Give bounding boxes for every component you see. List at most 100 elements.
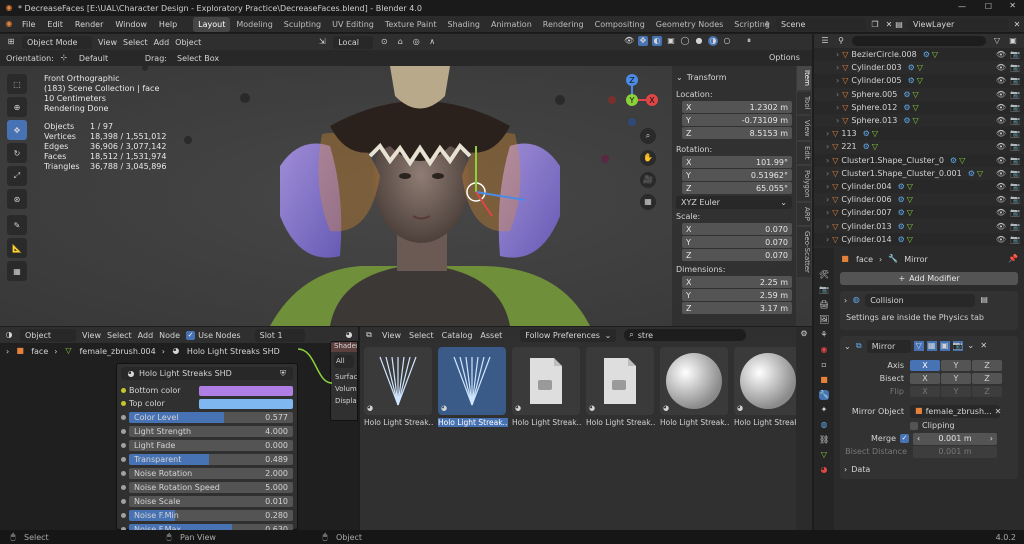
- output-target-dropdown[interactable]: All: [334, 355, 354, 368]
- bisect-distance-field[interactable]: 0.001 m: [913, 445, 997, 458]
- scene-icon[interactable]: ⚘: [762, 20, 772, 30]
- transform-panel-header[interactable]: ⌄ Transform: [676, 70, 792, 84]
- visibility-eye-icon[interactable]: 👁: [996, 235, 1006, 244]
- menu-object[interactable]: Object: [175, 38, 201, 47]
- view-layer-icon[interactable]: ▤: [894, 20, 904, 30]
- pin-icon[interactable]: 📌: [1008, 254, 1018, 264]
- asset-thumbnail[interactable]: ◕: [660, 347, 728, 415]
- slot-dropdown[interactable]: Slot 1: [254, 328, 305, 342]
- asset-settings-icon[interactable]: ⚙: [799, 329, 809, 339]
- modifier-tab-icon[interactable]: 🔧: [819, 390, 829, 400]
- node-material-field[interactable]: ◕ Holo Light Streaks SHD ⛨: [121, 367, 293, 380]
- tab-shading[interactable]: Shading: [442, 17, 485, 32]
- render-camera-icon[interactable]: 📷: [1010, 76, 1020, 85]
- expand-arrow-icon[interactable]: ›: [836, 63, 839, 72]
- render-camera-icon[interactable]: 📷: [1010, 103, 1020, 112]
- rotation-z-field[interactable]: Z 65.055°: [682, 182, 792, 194]
- expand-arrow-icon[interactable]: ›: [826, 129, 829, 138]
- tab-geo-scatter[interactable]: Geo-Scatter: [797, 227, 811, 278]
- cursor-tool-icon[interactable]: ⊕: [7, 97, 27, 117]
- tab-rendering[interactable]: Rendering: [538, 17, 589, 32]
- snap-icon[interactable]: ⌂: [395, 37, 405, 47]
- visibility-icon[interactable]: 👁: [624, 36, 634, 46]
- scale-tool-icon[interactable]: ⤢: [7, 166, 27, 186]
- xray-icon[interactable]: ▣: [666, 36, 676, 46]
- visibility-eye-icon[interactable]: 👁: [996, 63, 1006, 72]
- proportional-edit-icon[interactable]: ◎: [411, 37, 421, 47]
- scale-y-field[interactable]: Y 0.070: [682, 236, 792, 248]
- outliner-row[interactable]: › ▽ Sphere.005 ⚙ ▽ 👁 📷: [814, 87, 1024, 101]
- tab-texture-paint[interactable]: Texture Paint: [380, 17, 442, 32]
- expand-arrow-icon[interactable]: ›: [836, 103, 839, 112]
- outliner-row[interactable]: › ▽ Cylinder.014 ⚙ ▽ 👁 📷: [814, 233, 1024, 246]
- asset-menu-asset[interactable]: Asset: [480, 331, 502, 340]
- edit-mode-icon[interactable]: ▽: [913, 341, 924, 351]
- world-tab-icon[interactable]: ◉: [819, 345, 829, 355]
- visibility-eye-icon[interactable]: 👁: [996, 116, 1006, 125]
- blender-menu-icon[interactable]: ◉: [4, 19, 14, 29]
- render-camera-icon[interactable]: 📷: [1010, 129, 1020, 138]
- expand-arrow-icon[interactable]: ›: [836, 76, 839, 85]
- wireframe-shading-icon[interactable]: ◯: [680, 36, 690, 46]
- collection-tab-icon[interactable]: ▫: [819, 360, 829, 370]
- asset-item[interactable]: ◕ Holo Light Streak...: [660, 347, 730, 427]
- asset-item[interactable]: ◕ Holo Light Streak...: [586, 347, 656, 427]
- tab-tool[interactable]: Tool: [797, 91, 811, 114]
- close-view-layer-icon[interactable]: ✕: [1012, 20, 1022, 30]
- render-camera-icon[interactable]: 📷: [1010, 169, 1020, 178]
- color-socket[interactable]: [121, 401, 126, 406]
- expand-arrow-icon[interactable]: ›: [826, 195, 829, 204]
- asset-thumbnail[interactable]: ◕: [364, 347, 432, 415]
- visibility-eye-icon[interactable]: 👁: [996, 182, 1006, 191]
- value-slider[interactable]: Noise Scale 0.010: [129, 495, 293, 507]
- maximize-icon[interactable]: ☐: [985, 2, 992, 11]
- visibility-eye-icon[interactable]: 👁: [996, 90, 1006, 99]
- expand-icon[interactable]: ⌄: [844, 342, 851, 351]
- add-modifier-button[interactable]: + Add Modifier: [840, 272, 1018, 285]
- outliner-row[interactable]: › ▽ Sphere.013 ⚙ ▽ 👁 📷: [814, 113, 1024, 128]
- bisect-y-toggle[interactable]: Y: [941, 373, 971, 384]
- location-y-field[interactable]: Y -0.73109 m: [682, 114, 792, 126]
- outliner-row[interactable]: › ▽ 221 ⚙ ▽ 👁 📷: [814, 140, 1024, 154]
- tool-tab-icon[interactable]: 🛠: [819, 270, 829, 280]
- render-camera-icon[interactable]: 📷: [1010, 142, 1020, 151]
- material-browse-icon[interactable]: ◕: [344, 330, 354, 340]
- particles-tab-icon[interactable]: ✦: [819, 405, 829, 415]
- expand-arrow-icon[interactable]: ›: [836, 50, 839, 59]
- tab-view[interactable]: View: [797, 115, 811, 141]
- mode-dropdown[interactable]: Object Mode: [22, 35, 92, 49]
- outliner-row[interactable]: › ▽ BezierCircle.008 ⚙ ▽ 👁 📷: [814, 48, 1024, 61]
- pause-icon[interactable]: ⏸: [744, 36, 754, 46]
- bisect-x-toggle[interactable]: X: [910, 373, 940, 384]
- outliner-row[interactable]: › ▽ Cylinder.006 ⚙ ▽ 👁 📷: [814, 193, 1024, 207]
- orientation-dropdown[interactable]: Default: [73, 51, 140, 65]
- modifier-menu-icon[interactable]: ▤: [979, 295, 989, 305]
- display-mode-icon[interactable]: ⚲: [836, 36, 846, 46]
- add-cube-tool-icon[interactable]: ▦: [7, 261, 27, 281]
- location-x-field[interactable]: X 1.2302 m: [682, 101, 792, 113]
- node-editor-type-icon[interactable]: ◑: [4, 330, 14, 340]
- view-layer-tab-icon[interactable]: 🖼: [819, 315, 829, 325]
- visibility-eye-icon[interactable]: 👁: [996, 142, 1006, 151]
- color-swatch[interactable]: [199, 398, 293, 409]
- new-collection-icon[interactable]: ▣: [1008, 36, 1018, 46]
- asset-thumbnail[interactable]: ◕: [734, 347, 802, 415]
- value-slider[interactable]: Light Strength 4.000: [129, 425, 293, 437]
- clear-field-icon[interactable]: ✕: [995, 405, 1002, 418]
- copy-icon[interactable]: ❐: [870, 20, 880, 30]
- asset-thumbnail[interactable]: ◕: [586, 347, 654, 415]
- transform-tool-icon[interactable]: ⊛: [7, 189, 27, 209]
- on-cage-icon[interactable]: ▦: [926, 341, 937, 351]
- render-camera-icon[interactable]: 📷: [1010, 90, 1020, 99]
- value-slider[interactable]: Noise F.Min 0.280: [129, 509, 293, 521]
- select-tool-icon[interactable]: ⬚: [7, 74, 27, 94]
- asset-editor-icon[interactable]: ⧉: [364, 330, 374, 340]
- tab-animation[interactable]: Animation: [486, 17, 537, 32]
- rendered-shading-icon[interactable]: ○: [722, 36, 732, 46]
- menu-help[interactable]: Help: [153, 16, 183, 33]
- outliner-row[interactable]: › ▽ Cylinder.003 ⚙ ▽ 👁 📷: [814, 61, 1024, 75]
- visibility-eye-icon[interactable]: 👁: [996, 50, 1006, 59]
- node-menu-add[interactable]: Add: [138, 331, 154, 340]
- use-nodes-checkbox[interactable]: ✓: [186, 330, 196, 340]
- render-camera-icon[interactable]: 📷: [1010, 208, 1020, 217]
